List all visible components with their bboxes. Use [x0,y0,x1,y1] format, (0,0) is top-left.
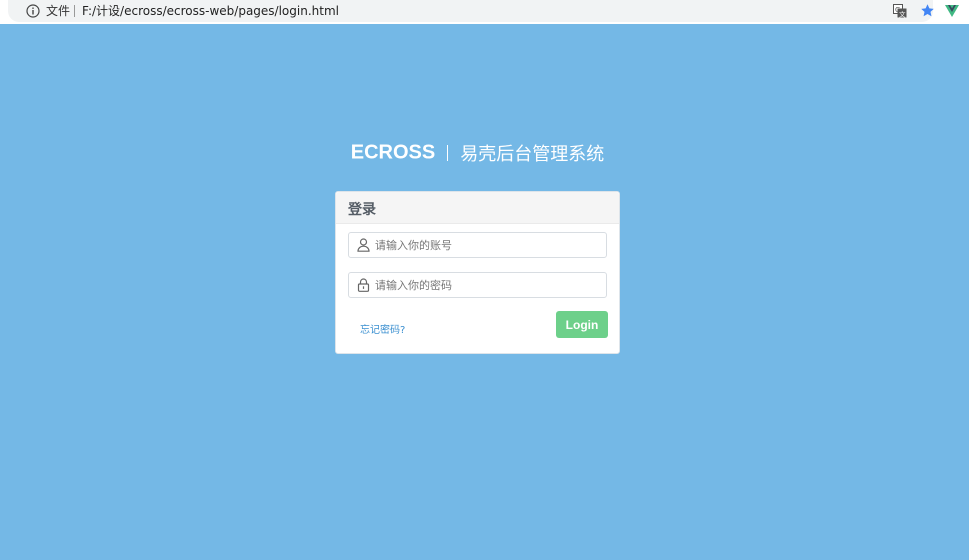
address-url[interactable]: F:/计设/ecross/ecross-web/pages/login.html [82,4,339,18]
page-title: ECROSS 易壳后台管理系统 [0,140,955,166]
address-scheme-label: 文件 [46,4,71,18]
username-field[interactable] [348,232,607,258]
password-field[interactable] [348,272,607,298]
vue-extension-icon[interactable] [945,4,959,18]
omnibox[interactable]: 文件 F:/计设/ecross/ecross-web/pages/login.h… [8,0,935,22]
forgot-password-link[interactable]: 忘记密码? [360,321,405,336]
browser-address-bar: 文件 F:/计设/ecross/ecross-web/pages/login.h… [0,0,969,24]
lock-icon [357,278,370,292]
star-icon[interactable] [920,3,935,18]
system-subtitle: 易壳后台管理系统 [460,144,605,165]
address-divider [74,5,75,17]
login-title: 登录 [348,202,376,218]
user-icon [357,238,370,252]
login-panel: 登录 忘记密码? Login [335,191,620,354]
info-icon[interactable] [26,4,40,18]
login-button[interactable]: Login [556,311,608,338]
username-input[interactable] [375,235,595,255]
brand-name: ECROSS [350,141,436,164]
svg-text:文: 文 [899,10,906,19]
title-divider [447,145,449,161]
password-input[interactable] [375,275,595,295]
translate-icon[interactable]: G 文 [893,4,907,18]
login-panel-header [336,192,619,224]
